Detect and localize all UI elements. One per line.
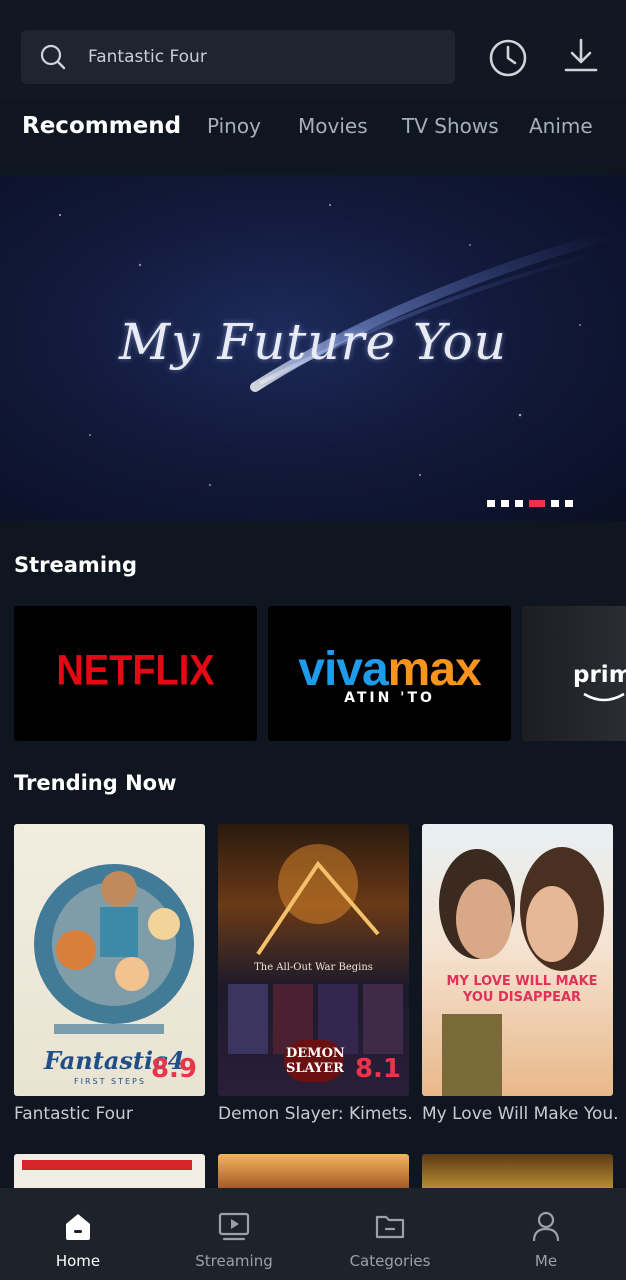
play-screen-icon (218, 1212, 250, 1241)
poster-title: My Love Will Make You... (422, 1104, 618, 1124)
nav-streaming-label: Streaming (195, 1252, 273, 1270)
tab-anime[interactable]: Anime (529, 114, 593, 138)
nav-categories-label: Categories (349, 1252, 431, 1270)
hero-title: My Future You (119, 313, 507, 371)
poster-art (439, 847, 604, 1096)
prime-logo: prim (573, 662, 626, 688)
provider-netflix[interactable]: NETFLIX (14, 606, 257, 741)
carousel-dot (487, 500, 495, 507)
poster-fantastic-four[interactable]: Fantastic4 FIRST STEPS 8.9 (14, 824, 205, 1096)
carousel-dot (565, 500, 573, 507)
person-icon (532, 1211, 560, 1242)
poster-sub-text: FIRST STEPS (74, 1077, 146, 1086)
search-value: Fantastic Four (88, 47, 207, 67)
netflix-logo: NETFLIX (56, 647, 215, 695)
nav-streaming[interactable]: Streaming (156, 1188, 312, 1280)
poster-logo-text: DEMON SLAYER (284, 1040, 345, 1082)
search-icon (40, 44, 66, 70)
tab-movies[interactable]: Movies (298, 114, 368, 138)
search-input[interactable]: Fantastic Four (21, 30, 455, 84)
carousel-dot (501, 500, 509, 507)
category-tabs: Recommend Pinoy Movies TV Shows Anime (0, 106, 626, 152)
tab-tv-shows[interactable]: TV Shows (402, 114, 499, 138)
streaming-section-title: Streaming (14, 553, 137, 577)
nav-me[interactable]: Me (468, 1188, 624, 1280)
hero-banner[interactable]: My Future You (0, 175, 626, 521)
poster-logo-text: MY LOVE WILL MAKE YOU DISAPPEAR (446, 974, 598, 1005)
rating-score: 8.9 (150, 1054, 197, 1084)
trending-section-title: Trending Now (14, 771, 177, 795)
rating-score: 8.1 (354, 1054, 401, 1084)
prime-smile-icon (583, 692, 625, 702)
carousel-dot (551, 500, 559, 507)
poster-title: Demon Slayer: Kimets... (218, 1104, 414, 1124)
poster-my-love-will-make-you-disappear[interactable]: MY LOVE WILL MAKE YOU DISAPPEAR (422, 824, 613, 1096)
nav-home-label: Home (55, 1252, 101, 1270)
nav-me-label: Me (534, 1252, 558, 1270)
provider-prime[interactable]: prim (522, 606, 626, 741)
carousel-dot (515, 500, 523, 507)
vivamax-logo: vivamax (298, 643, 482, 696)
home-icon (66, 1214, 90, 1240)
nav-categories[interactable]: Categories (312, 1188, 468, 1280)
download-icon[interactable] (562, 37, 600, 75)
poster-title: Fantastic Four (14, 1104, 133, 1124)
carousel-indicator (487, 500, 573, 508)
tab-recommend[interactable]: Recommend (22, 113, 181, 139)
folder-icon (375, 1215, 405, 1239)
poster-demon-slayer[interactable]: The All-Out War Begins DEMON SLAYER 8.1 (218, 824, 409, 1096)
vivamax-tagline: ATIN 'TO (344, 690, 435, 706)
poster-tagline: The All-Out War Begins (254, 962, 373, 973)
provider-vivamax[interactable]: vivamax ATIN 'TO (268, 606, 511, 741)
tab-pinoy[interactable]: Pinoy (207, 114, 261, 138)
bottom-navigation: Home Streaming Categories Me (0, 1188, 626, 1280)
nav-home[interactable]: Home (0, 1188, 156, 1280)
history-icon[interactable] (488, 38, 528, 78)
top-bar: Fantastic Four Recommend Pinoy Movies TV… (0, 0, 626, 139)
carousel-dot-active (529, 500, 545, 507)
